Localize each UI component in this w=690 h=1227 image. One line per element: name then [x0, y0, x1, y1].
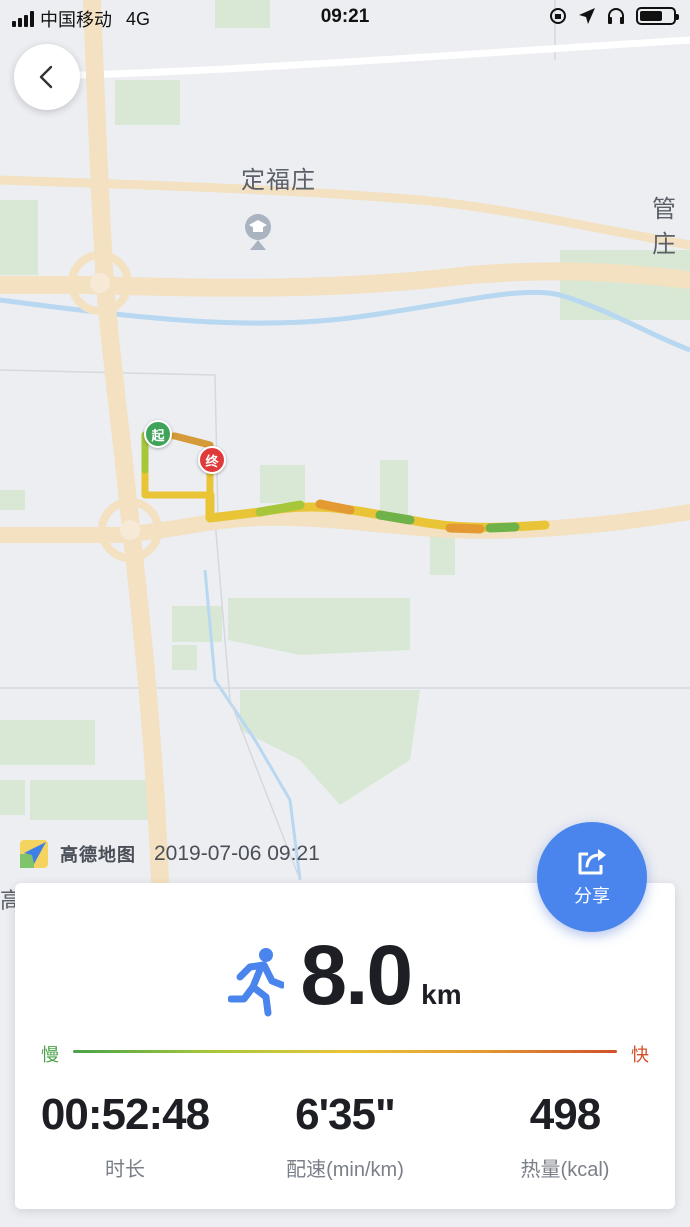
legend-slow-label: 慢 [41, 1045, 59, 1065]
run-summary-card: 8.0 km 慢 快 00:52:48 时长 6'35" 配速(min/km) … [15, 883, 675, 1209]
map-attribution: 高德地图 2019-07-06 09:21 [18, 838, 320, 870]
stat-label: 热量(kcal) [520, 1159, 610, 1181]
distance-row: 8.0 km [15, 933, 675, 1017]
rotation-lock-icon [550, 8, 566, 24]
end-marker: 终 [198, 446, 226, 474]
amap-logo-text: 高德地图 [60, 845, 136, 865]
share-button[interactable]: 分享 [537, 822, 647, 932]
amap-logo-icon [20, 840, 48, 868]
status-right [548, 6, 679, 26]
map-label-dingfuzhuang: 定福庄 [241, 167, 316, 194]
running-person-icon [228, 948, 285, 1017]
stat-duration: 00:52:48 时长 [15, 1091, 235, 1182]
location-arrow-icon [579, 8, 595, 24]
stat-calories: 498 热量(kcal) [455, 1091, 675, 1182]
stat-value: 00:52:48 [40, 1090, 210, 1139]
battery-icon [636, 7, 679, 25]
distance-value: 8.0 [300, 928, 413, 1022]
stat-value: 498 [529, 1090, 601, 1139]
record-timestamp: 2019-07-06 09:21 [154, 842, 320, 865]
chevron-left-icon [39, 65, 53, 89]
speed-legend: 慢 快 [41, 1041, 649, 1065]
speed-gradient-bar [73, 1050, 617, 1053]
battery-level [640, 11, 662, 21]
share-icon [578, 849, 606, 875]
share-label: 分享 [574, 886, 610, 906]
map-label-guanzhuang: 管庄 [652, 196, 677, 258]
stat-label: 配速(min/km) [286, 1159, 404, 1181]
stat-pace: 6'35" 配速(min/km) [235, 1091, 455, 1182]
stat-label: 时长 [105, 1159, 145, 1181]
school-poi-icon[interactable] [245, 214, 271, 250]
legend-fast-label: 快 [631, 1045, 649, 1065]
start-marker: 起 [144, 420, 172, 448]
headphones-icon [608, 8, 624, 24]
stats-row: 00:52:48 时长 6'35" 配速(min/km) 498 热量(kcal… [15, 1091, 675, 1182]
distance-unit: km [421, 979, 462, 1010]
back-button[interactable] [14, 44, 80, 110]
stat-value: 6'35" [295, 1090, 396, 1139]
status-bar: 中国移动 4G 09:21 [0, 0, 690, 36]
